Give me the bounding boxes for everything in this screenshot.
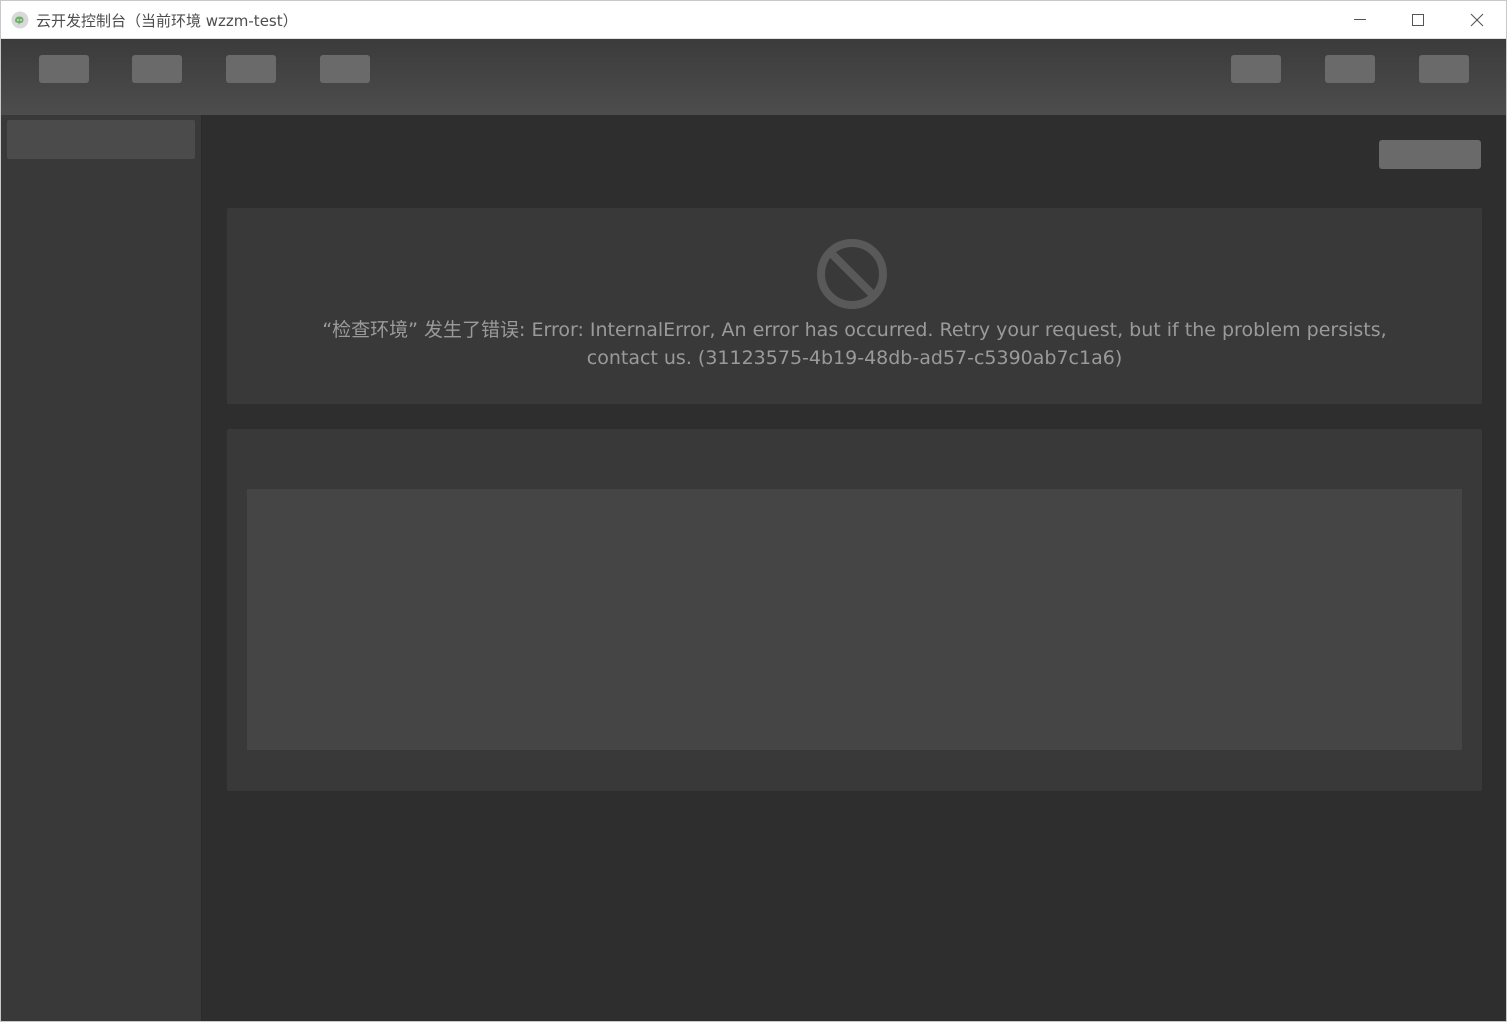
title-bar[interactable]: 云开发控制台（当前环境 wzzm-test）	[1, 1, 1506, 39]
maximize-button[interactable]	[1389, 1, 1447, 38]
toolbar-button-right-2[interactable]	[1325, 55, 1375, 83]
maximize-icon	[1412, 14, 1424, 26]
error-message: “检查环境” 发生了错误: Error: InternalError, An e…	[322, 319, 1387, 369]
wechat-devtools-icon	[11, 11, 29, 29]
close-icon	[1470, 13, 1484, 27]
toolbar-button-right-3[interactable]	[1419, 55, 1469, 83]
error-panel: “检查环境” 发生了错误: Error: InternalError, An e…	[227, 208, 1482, 404]
minimize-button[interactable]	[1331, 1, 1389, 38]
toolbar-button-right-1[interactable]	[1231, 55, 1281, 83]
toolbar-button-2[interactable]	[132, 55, 182, 83]
main-content: “检查环境” 发生了错误: Error: InternalError, An e…	[202, 115, 1506, 1021]
top-action-button[interactable]	[1379, 140, 1481, 169]
window-title: 云开发控制台（当前环境 wzzm-test）	[36, 12, 298, 30]
toolbar-button-3[interactable]	[226, 55, 276, 83]
content-placeholder	[247, 489, 1462, 750]
prohibited-icon	[817, 239, 887, 309]
toolbar	[1, 39, 1506, 115]
toolbar-button-4[interactable]	[320, 55, 370, 83]
toolbar-button-1[interactable]	[39, 55, 89, 83]
minimize-icon	[1354, 19, 1366, 20]
content-panel	[227, 429, 1482, 791]
app-window: 云开发控制台（当前环境 wzzm-test） “检查环境” 发生了错误: Err…	[0, 0, 1507, 1022]
sidebar	[1, 115, 202, 1021]
sidebar-item-1[interactable]	[7, 120, 195, 159]
close-button[interactable]	[1448, 1, 1506, 38]
